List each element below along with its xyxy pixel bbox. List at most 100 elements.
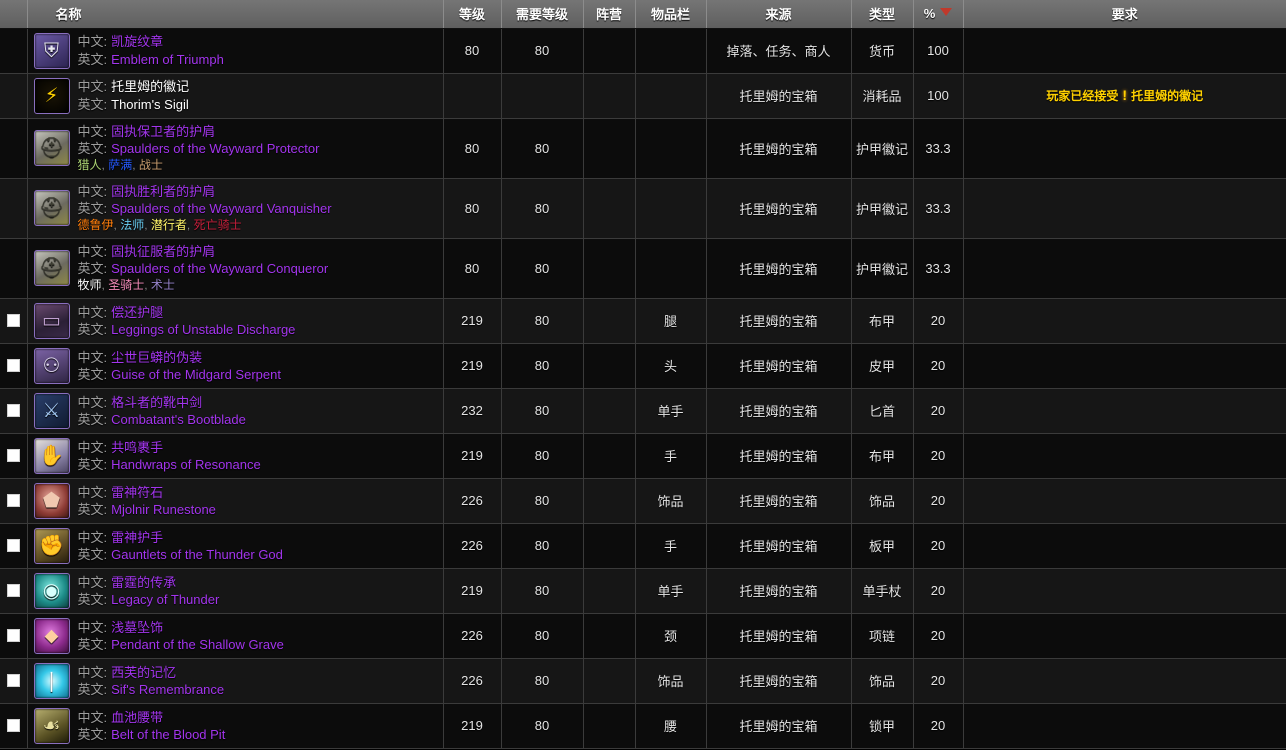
row-checkbox[interactable] [6, 449, 20, 463]
table-row[interactable]: ▭ 中文: 偿还护腿 英文: Leggings of Unstable Discharg… [0, 298, 1286, 344]
source-cell[interactable]: 托里姆的宝箱 [706, 118, 852, 179]
source-link[interactable]: 托里姆的宝箱 [739, 89, 817, 104]
row-checkbox-cell[interactable] [0, 28, 28, 74]
source-cell[interactable]: 托里姆的宝箱 [706, 658, 852, 704]
row-checkbox[interactable] [6, 584, 20, 598]
source-link[interactable]: 托里姆的宝箱 [739, 404, 817, 419]
item-link-en[interactable]: Guise of the Midgard Serpent [111, 367, 281, 382]
column-header-source[interactable]: 来源 [706, 0, 852, 29]
item-link-zh[interactable]: 固执保卫者的护肩 [111, 124, 215, 139]
source-cell[interactable]: 托里姆的宝箱 [706, 613, 852, 659]
class-link[interactable]: 潜行者 [151, 218, 187, 232]
row-checkbox-cell[interactable] [0, 568, 28, 614]
item-link-zh[interactable]: 偿还护腿 [111, 305, 163, 320]
column-header-percent[interactable]: % [913, 0, 964, 29]
spaulders-protector-icon[interactable]: ⛑ [33, 130, 70, 167]
class-link[interactable]: 法师 [120, 218, 144, 232]
source-cell[interactable]: 托里姆的宝箱 [706, 388, 852, 434]
source-cell[interactable]: 托里姆的宝箱 [706, 238, 852, 299]
item-link-en[interactable]: Mjolnir Runestone [111, 502, 216, 517]
item-link-zh[interactable]: 固执胜利者的护肩 [111, 184, 215, 199]
source-link[interactable]: 托里姆的宝箱 [739, 262, 817, 277]
row-checkbox[interactable] [6, 314, 20, 328]
row-checkbox[interactable] [6, 674, 20, 688]
source-link[interactable]: 托里姆的宝箱 [739, 539, 817, 554]
row-checkbox-cell[interactable] [0, 343, 28, 389]
class-link[interactable]: 战士 [139, 158, 163, 172]
row-checkbox-cell[interactable] [0, 703, 28, 749]
row-checkbox-cell[interactable] [0, 178, 28, 239]
item-link-zh[interactable]: 血池腰带 [111, 710, 163, 725]
item-link-zh[interactable]: 固执征服者的护肩 [111, 244, 215, 259]
table-row[interactable]: ✊ 中文: 雷神护手 英文: Gauntlets of the Thunder God 2… [0, 523, 1286, 569]
column-header-level[interactable]: 等级 [443, 0, 502, 29]
spaulders-conqueror-icon[interactable]: ⛑ [33, 250, 70, 287]
row-checkbox[interactable] [6, 494, 20, 508]
table-row[interactable]: ⚇ 中文: 尘世巨蟒的伪装 英文: Guise of the Midgard Serpe… [0, 343, 1286, 389]
item-link-zh[interactable]: 雷神护手 [111, 530, 163, 545]
class-link[interactable]: 猎人 [78, 158, 102, 172]
source-cell[interactable]: 托里姆的宝箱 [706, 703, 852, 749]
source-link[interactable]: 托里姆的宝箱 [739, 142, 817, 157]
leggings-unstable-discharge-icon[interactable]: ▭ [33, 302, 70, 339]
row-checkbox-cell[interactable] [0, 478, 28, 524]
item-link-en[interactable]: Spaulders of the Wayward Protector [111, 141, 319, 156]
item-link-en[interactable]: Gauntlets of the Thunder God [111, 547, 283, 562]
mjolnir-runestone-icon[interactable]: ⬟ [33, 482, 70, 519]
table-row[interactable]: ⬥ 中文: 浅墓坠饰 英文: Pendant of the Shallow Grave 2… [0, 613, 1286, 659]
source-cell[interactable]: 托里姆的宝箱 [706, 568, 852, 614]
quest-link[interactable]: 托里姆的徽记 [1131, 89, 1203, 103]
source-link[interactable]: 托里姆的宝箱 [739, 359, 817, 374]
table-row[interactable]: ☙ 中文: 血池腰带 英文: Belt of the Blood Pit 219 80 腰 托里… [0, 703, 1286, 749]
row-checkbox[interactable] [6, 629, 20, 643]
item-link-zh[interactable]: 尘世巨蟒的伪装 [111, 350, 202, 365]
table-row[interactable]: ⛑ 中文: 固执胜利者的护肩 英文: Spaulders of the Wayward … [0, 178, 1286, 239]
source-link[interactable]: 托里姆的宝箱 [739, 494, 817, 509]
source-link[interactable]: 托里姆的宝箱 [739, 584, 817, 599]
column-header-checkbox[interactable] [0, 0, 28, 29]
class-link[interactable]: 萨满 [108, 158, 132, 172]
class-link[interactable]: 术士 [151, 278, 175, 292]
row-checkbox-cell[interactable] [0, 298, 28, 344]
source-cell[interactable]: 托里姆的宝箱 [706, 73, 852, 119]
item-link-zh[interactable]: 凯旋纹章 [111, 34, 163, 49]
source-link[interactable]: 托里姆的宝箱 [739, 314, 817, 329]
class-link[interactable]: 牧师 [78, 278, 102, 292]
row-checkbox[interactable] [6, 539, 20, 553]
row-checkbox-cell[interactable] [0, 238, 28, 299]
item-link-en[interactable]: Leggings of Unstable Discharge [111, 322, 295, 337]
item-link-zh[interactable]: 浅墓坠饰 [111, 620, 163, 635]
table-row[interactable]: ⛨ 中文: 凯旋纹章 英文: Emblem of Triumph 80 80 掉落、任务、商人… [0, 28, 1286, 74]
item-link-en[interactable]: Belt of the Blood Pit [111, 727, 225, 742]
source-cell[interactable]: 托里姆的宝箱 [706, 433, 852, 479]
table-row[interactable]: ⚔ 中文: 格斗者的靴中剑 英文: Combatant's Bootblade 232 80… [0, 388, 1286, 434]
item-link-en[interactable]: Sif's Remembrance [111, 682, 224, 697]
gauntlets-thunder-god-icon[interactable]: ✊ [33, 527, 70, 564]
column-header-required-level[interactable]: 需要等级 [501, 0, 584, 29]
table-row[interactable]: ✋ 中文: 共鸣裹手 英文: Handwraps of Resonance 219 80 手 托… [0, 433, 1286, 479]
combatants-bootblade-icon[interactable]: ⚔ [33, 392, 70, 429]
source-cell[interactable]: 托里姆的宝箱 [706, 178, 852, 239]
source-link[interactable]: 托里姆的宝箱 [739, 629, 817, 644]
row-checkbox[interactable] [6, 719, 20, 733]
table-row[interactable]: ◉ 中文: 雷霆的传承 英文: Legacy of Thunder 219 80 单手 托里姆的… [0, 568, 1286, 614]
column-header-requires[interactable]: 要求 [963, 0, 1286, 29]
row-checkbox-cell[interactable] [0, 613, 28, 659]
emblem-of-triumph-icon[interactable]: ⛨ [33, 32, 70, 69]
thorims-sigil-icon[interactable]: ⚡ [33, 77, 70, 114]
item-link-en[interactable]: Emblem of Triumph [111, 52, 224, 67]
spaulders-vanquisher-icon[interactable]: ⛑ [33, 190, 70, 227]
item-link-zh[interactable]: 格斗者的靴中剑 [111, 395, 202, 410]
belt-of-blood-pit-icon[interactable]: ☙ [33, 707, 70, 744]
table-row[interactable]: ⛑ 中文: 固执征服者的护肩 英文: Spaulders of the Wayward … [0, 238, 1286, 299]
source-link[interactable]: 托里姆的宝箱 [739, 719, 817, 734]
row-checkbox[interactable] [6, 359, 20, 373]
row-checkbox-cell[interactable] [0, 118, 28, 179]
legacy-of-thunder-icon[interactable]: ◉ [33, 572, 70, 609]
source-cell[interactable]: 托里姆的宝箱 [706, 523, 852, 569]
item-link-en[interactable]: Thorim's Sigil [111, 97, 189, 112]
table-row[interactable]: ⬟ 中文: 雷神符石 英文: Mjolnir Runestone 226 80 饰品 托里姆的宝… [0, 478, 1286, 524]
source-link[interactable]: 托里姆的宝箱 [739, 449, 817, 464]
class-link[interactable]: 死亡骑士 [194, 218, 242, 232]
item-link-en[interactable]: Combatant's Bootblade [111, 412, 246, 427]
